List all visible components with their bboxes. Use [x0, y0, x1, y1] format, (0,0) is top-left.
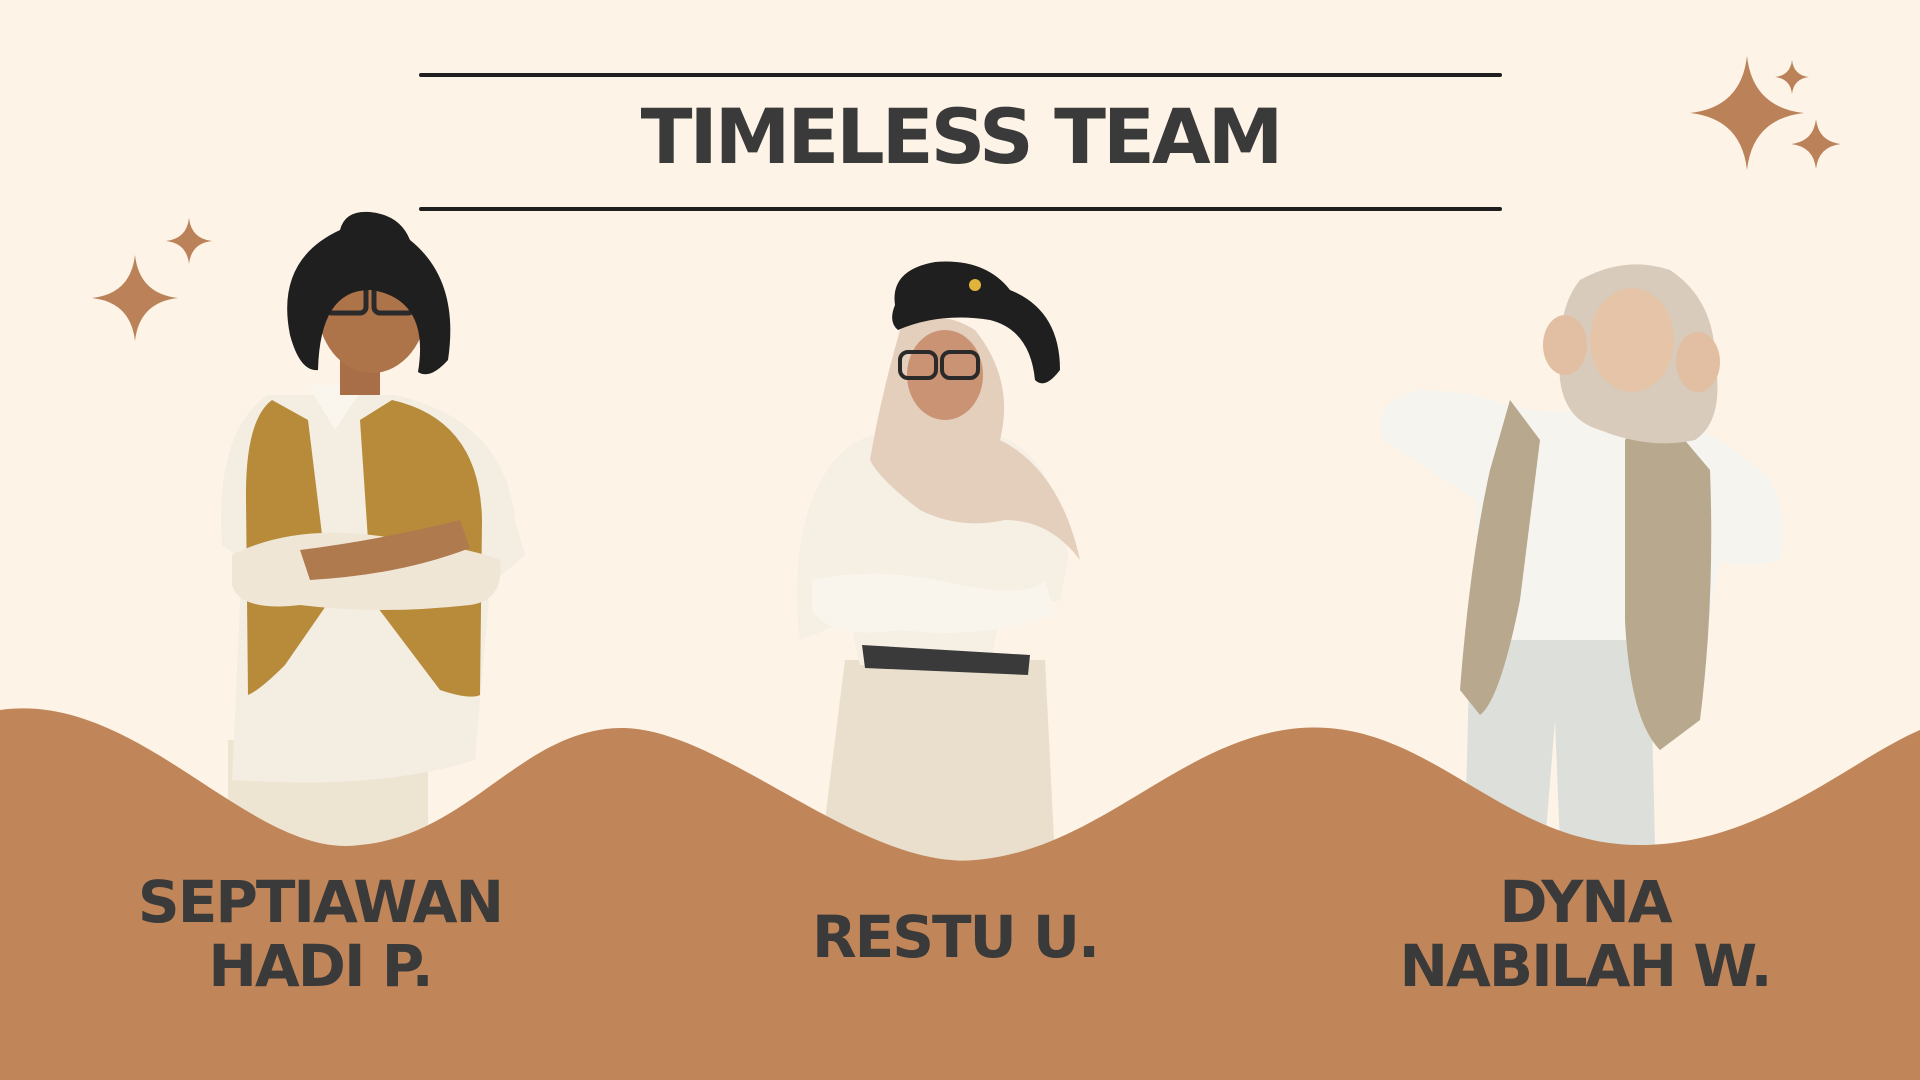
member-name-line2: HADI P.	[208, 932, 433, 1000]
member-name-restu: RESTU U.	[730, 905, 1180, 969]
member-name-line1: RESTU U.	[811, 903, 1100, 971]
member-name-septiawan: SEPTIAWAN HADI P.	[95, 870, 545, 998]
member-name-line1: SEPTIAWAN	[137, 868, 504, 936]
member-name-dyna: DYNA NABILAH W.	[1360, 870, 1810, 998]
member-name-line2: NABILAH W.	[1399, 932, 1772, 1000]
member-name-line1: DYNA	[1499, 868, 1672, 936]
